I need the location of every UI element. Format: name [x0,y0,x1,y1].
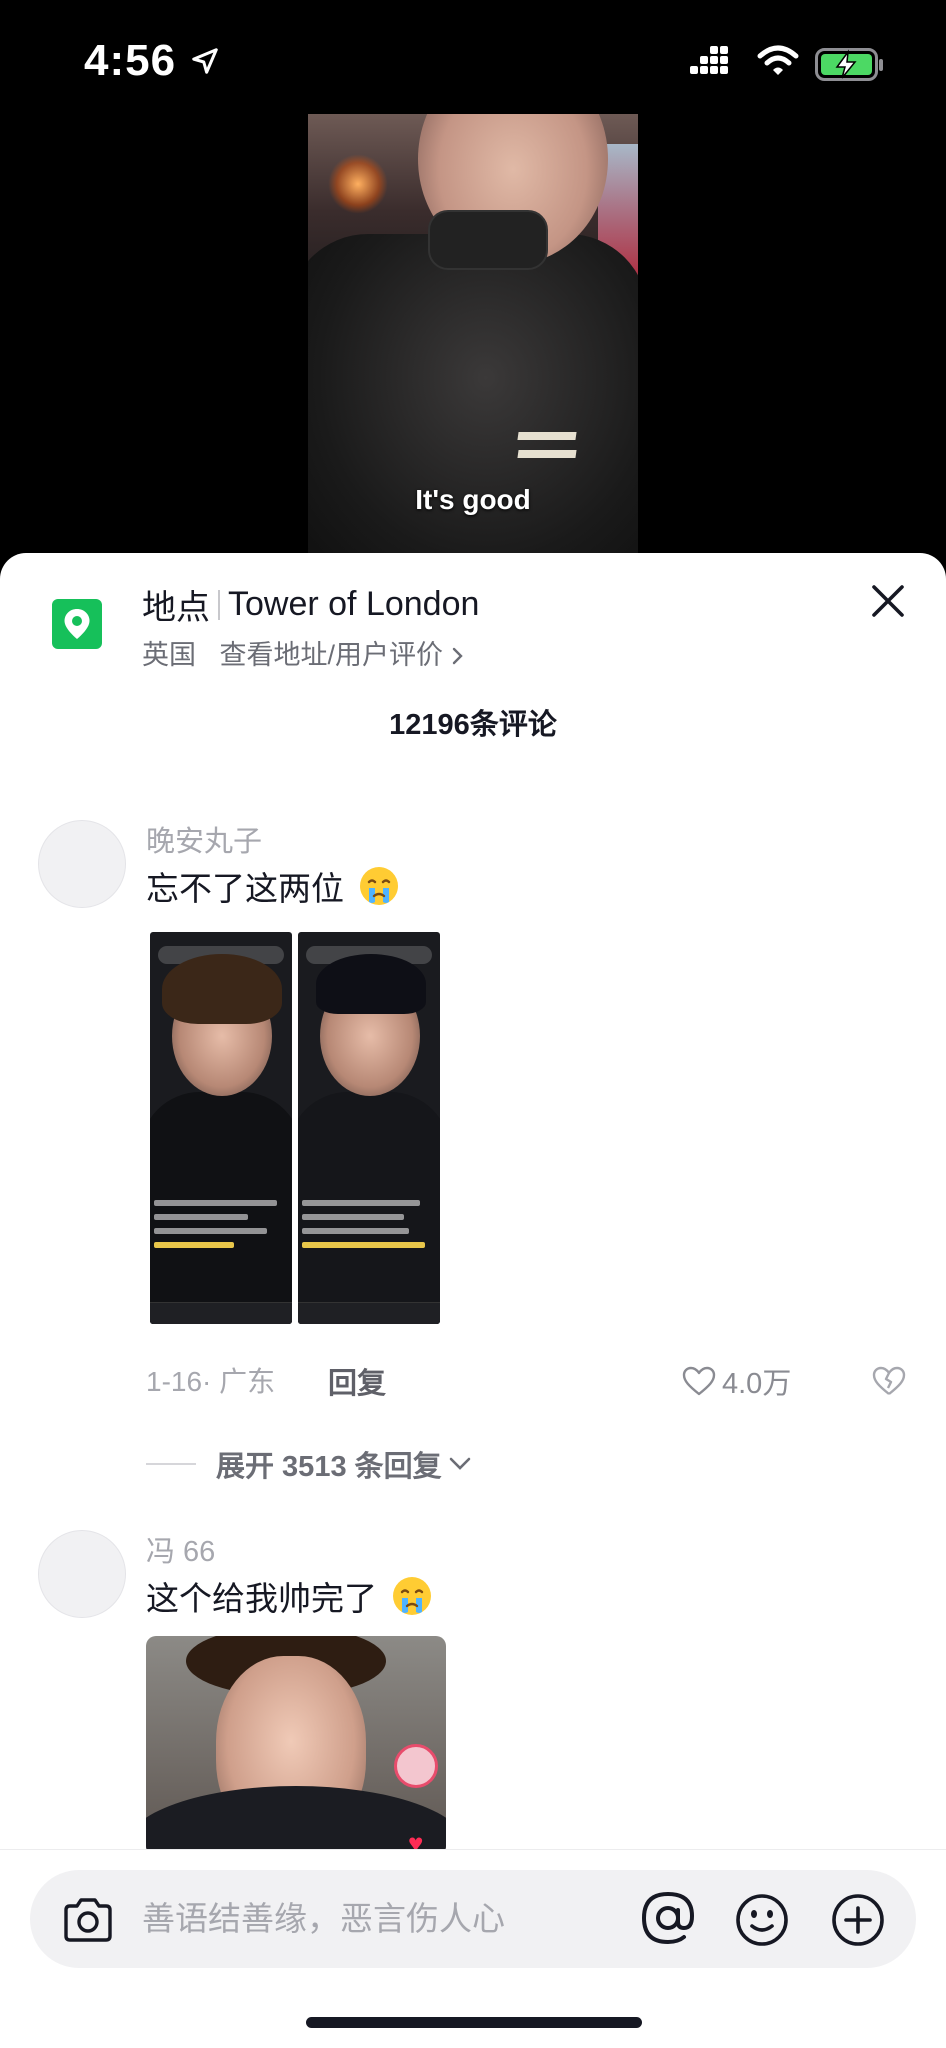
video-player[interactable]: It's good [0,110,946,560]
status-bar: 4:56 [0,0,946,110]
title-separator [218,589,220,620]
thumbnail-hat [316,954,426,1014]
comment-text: 这个给我帅完了 [146,1580,377,1617]
like-count: 4.0万 [722,1368,792,1400]
status-time: 4:56 [84,36,177,85]
emoji-icon[interactable] [734,1892,790,1948]
location-arrow-icon [192,48,218,74]
thumbnail-caption [302,1200,436,1272]
at-icon[interactable] [638,1890,698,1946]
comment-images[interactable] [150,932,440,1324]
signal-icon [690,46,728,74]
location-title: 地点 Tower of London [142,580,479,629]
location-header[interactable]: 地点 Tower of London 英国 查看地址/用户评价 [0,553,946,683]
thumbnail-hair [162,954,282,1024]
close-icon[interactable] [866,579,910,623]
divider [146,1463,196,1465]
video-person-collar [428,210,548,270]
location-details-link[interactable]: 查看地址/用户评价 [220,640,444,670]
thumbnail-bottom-bar [298,1302,440,1324]
comment-meta: 1-16· 广东 [146,1366,276,1397]
crying-face-icon [393,1577,432,1615]
thumbnail-caption [154,1200,288,1272]
comment-input-pill[interactable] [30,1870,916,1968]
image-coat [146,1786,446,1856]
location-name: Tower of London [228,585,480,623]
thumbnail-bottom-bar [150,1302,292,1324]
camera-icon[interactable] [60,1896,116,1944]
comment-item[interactable]: 晚安丸子 忘不了这两位 1-16· 广东 回复 4.0万 [0,810,946,1410]
avatar[interactable] [38,1530,126,1618]
comment-image-thumbnail[interactable] [150,932,292,1324]
location-subtitle[interactable]: 英国 查看地址/用户评价 [142,633,465,672]
comment-image-thumbnail[interactable] [298,932,440,1324]
jacket-stripe [517,450,577,458]
image-avatar-badge [394,1744,438,1788]
expand-replies-button[interactable]: 展开 3513 条回复 [146,1443,472,1485]
chevron-down-icon [449,1457,470,1470]
comment-sheet: 地点 Tower of London 英国 查看地址/用户评价 12196条评论… [0,553,946,2048]
video-subtitle: It's good [415,484,531,515]
broken-heart-icon[interactable] [872,1366,906,1396]
chevron-right-icon [452,647,463,665]
comment-text-row: 忘不了这两位 [146,862,401,910]
location-country: 英国 [142,640,196,670]
avatar[interactable] [38,820,126,908]
comment-input[interactable] [142,1888,612,1950]
comment-text-row: 这个给我帅完了 [146,1572,434,1620]
location-label: 地点 [142,589,210,627]
comment-image[interactable]: ♥ [146,1636,446,1856]
crying-face-icon [360,867,399,905]
wifi-icon [757,45,799,75]
location-pin-icon [52,599,102,649]
home-indicator[interactable] [306,2017,642,2028]
comment-text: 忘不了这两位 [146,870,344,907]
expand-replies-text: 展开 3513 条回复 [216,1451,442,1483]
video-background-light [328,154,388,214]
plus-circle-icon[interactable] [830,1892,886,1948]
jacket-stripe [517,432,577,440]
comment-username[interactable]: 冯 66 [146,1528,215,1570]
like-button[interactable]: 4.0万 [682,1360,791,1402]
battery-charging-icon [815,48,883,81]
comment-username[interactable]: 晚安丸子 [146,818,262,860]
comment-count: 12196条评论 [389,709,557,741]
heart-outline-icon [682,1366,716,1396]
video-frame: It's good [308,114,638,559]
reply-button[interactable]: 回复 [328,1360,386,1402]
